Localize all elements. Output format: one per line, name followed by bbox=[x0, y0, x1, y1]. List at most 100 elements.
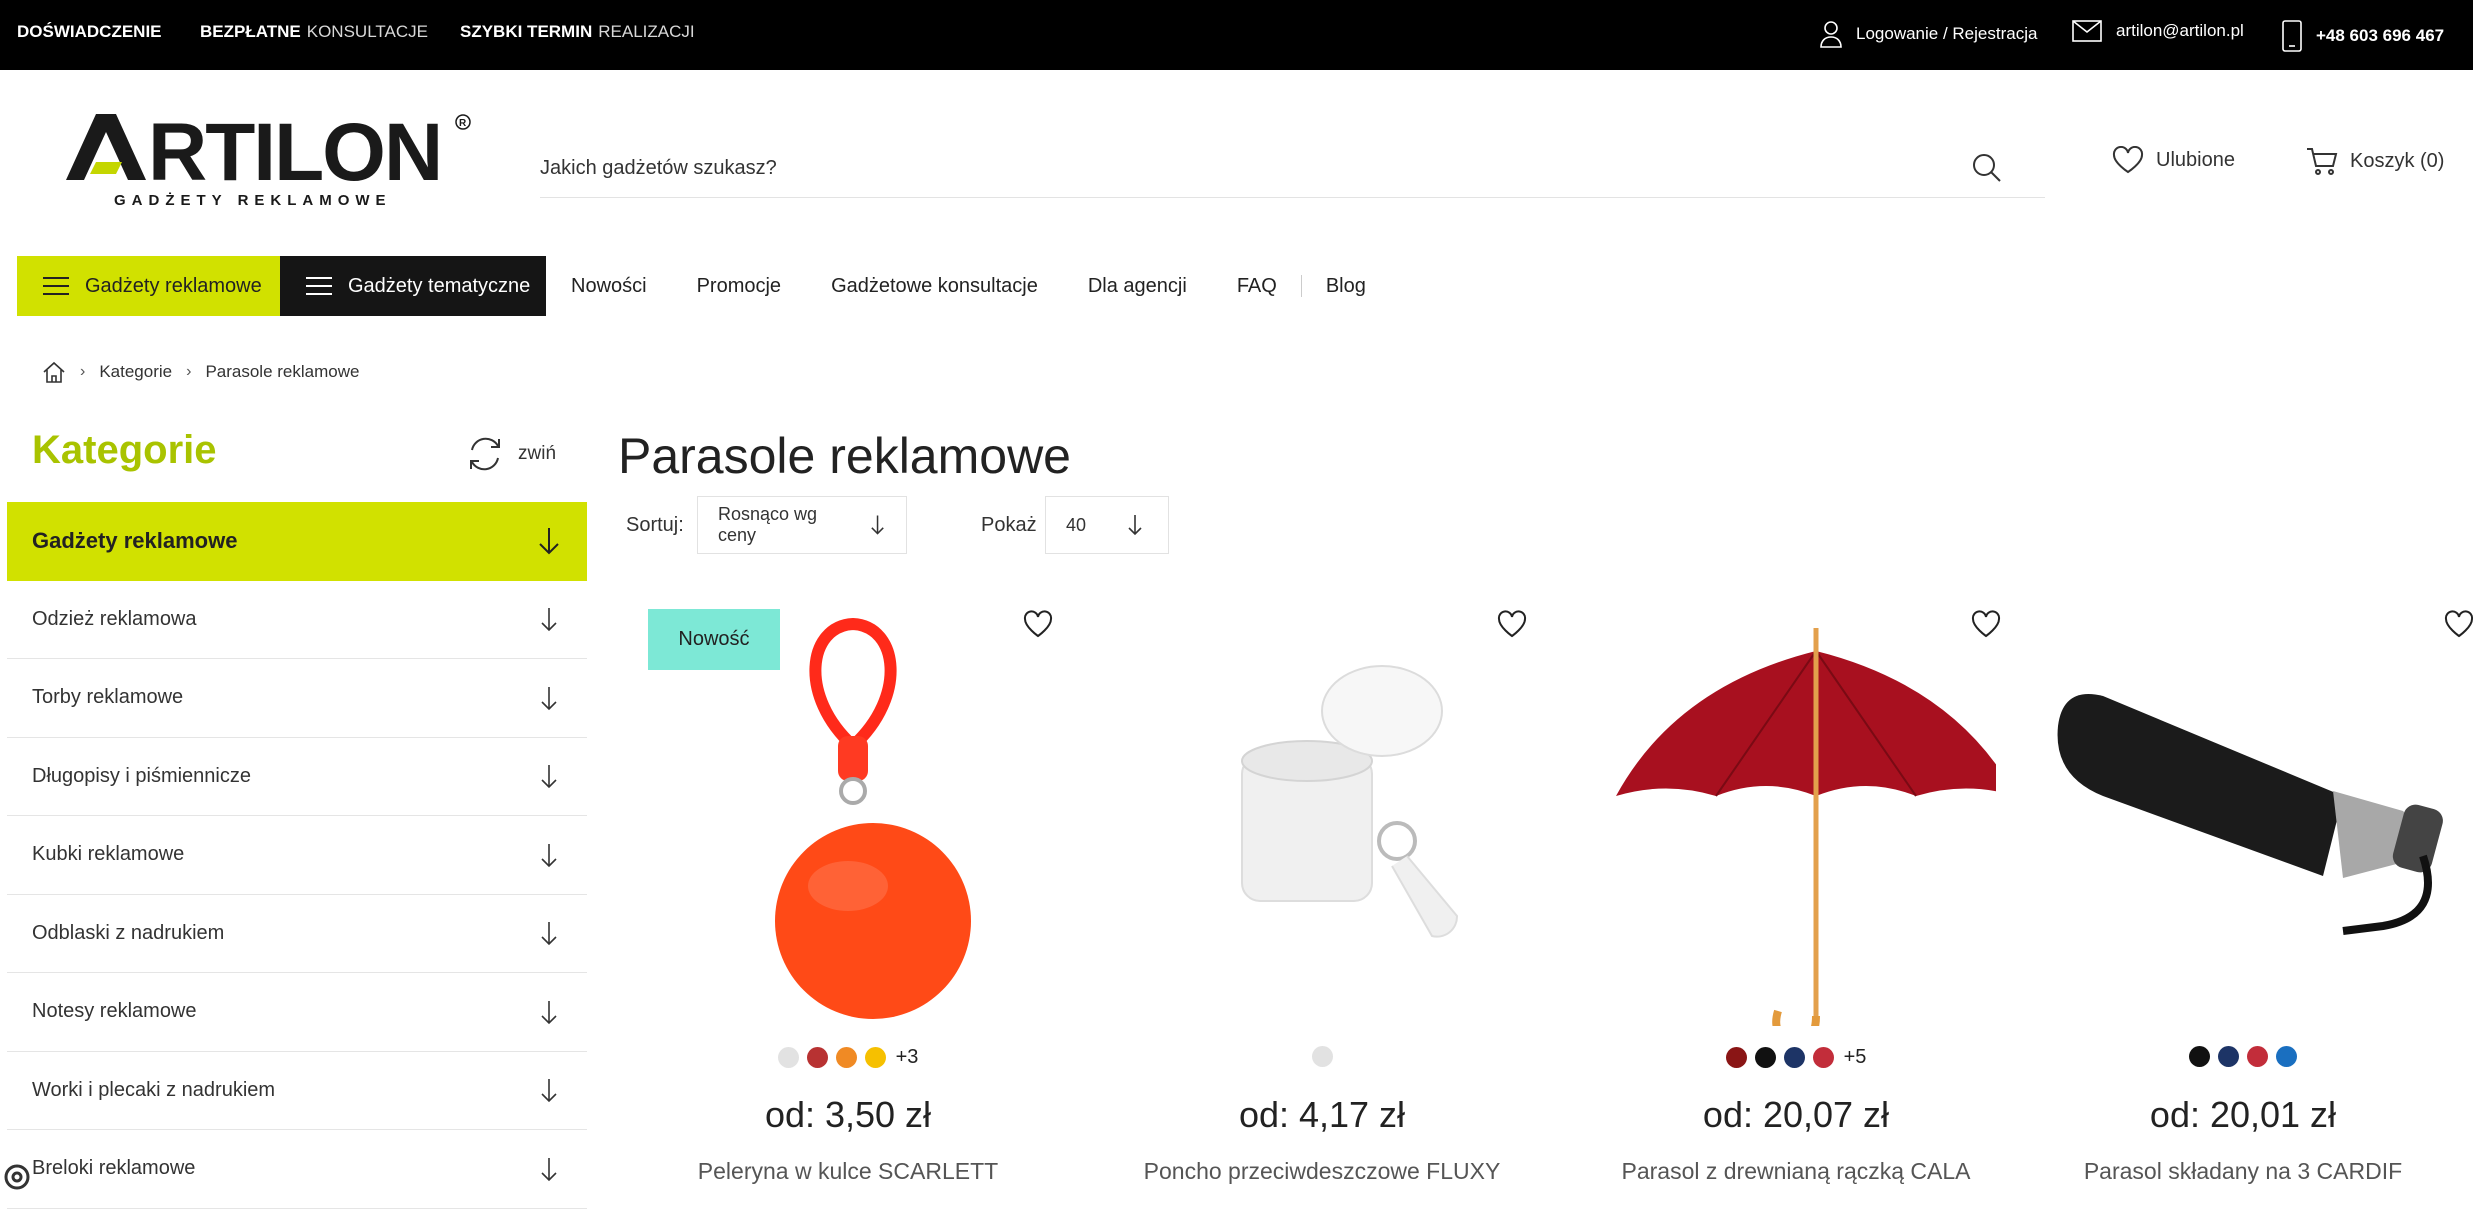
arrow-down-icon bbox=[541, 1000, 557, 1024]
category-item[interactable]: Kubki reklamowe bbox=[7, 816, 587, 895]
sort-label: Sortuj: bbox=[626, 514, 684, 536]
heart-icon bbox=[2112, 146, 2144, 174]
color-swatches: +5 bbox=[1566, 1046, 2026, 1069]
product-card[interactable]: od: 20,01 zł Parasol składany na 3 CARDI… bbox=[2013, 596, 2473, 1191]
color-swatch[interactable] bbox=[2189, 1046, 2210, 1067]
color-swatch[interactable] bbox=[1783, 1047, 1805, 1068]
arrow-down-icon bbox=[541, 686, 557, 710]
phone-link[interactable]: +48 603 696 467 bbox=[2282, 20, 2444, 52]
search-input[interactable] bbox=[540, 150, 1940, 186]
category-item[interactable]: Odblaski z nadrukiem bbox=[7, 895, 587, 973]
sort-select[interactable]: Rosnąco wg ceny bbox=[697, 496, 907, 554]
product-card[interactable]: od: 4,17 zł Poncho przeciwdeszczowe FLUX… bbox=[1092, 596, 1552, 1191]
more-colors: +3 bbox=[895, 1046, 919, 1068]
show-label: Pokaż bbox=[981, 514, 1037, 536]
breadcrumb-kategorie[interactable]: Kategorie bbox=[99, 362, 172, 382]
color-swatch[interactable] bbox=[835, 1047, 857, 1068]
color-swatch[interactable] bbox=[806, 1047, 828, 1068]
cookie-settings-icon[interactable] bbox=[0, 1160, 34, 1194]
menu-gadzety-tematyczne[interactable]: Gadżety tematyczne bbox=[280, 256, 546, 316]
product-price: od: 3,50 zł bbox=[764, 1094, 932, 1135]
promo-consultation: BEZPŁATNE KONSULTACJE bbox=[200, 22, 428, 41]
nav-link-blog[interactable]: Blog bbox=[1326, 275, 1366, 298]
artilon-logo[interactable]: RTILON R GADŻETY REKLAMOWE bbox=[66, 107, 486, 220]
arrow-down-icon bbox=[541, 922, 557, 946]
breadcrumb-separator: › bbox=[186, 363, 192, 380]
color-swatches: +3 bbox=[618, 1046, 1078, 1069]
arrow-down-icon bbox=[1128, 515, 1142, 536]
nav-link-dla-agencji[interactable]: Dla agencji bbox=[1088, 275, 1187, 298]
arrow-down-icon bbox=[541, 843, 557, 867]
favorite-heart-icon[interactable] bbox=[2443, 608, 2473, 640]
color-swatch[interactable] bbox=[2276, 1046, 2297, 1067]
color-swatch[interactable] bbox=[1812, 1047, 1834, 1068]
color-swatch[interactable] bbox=[1311, 1046, 1333, 1067]
home-icon[interactable] bbox=[42, 360, 66, 384]
arrow-down-icon bbox=[541, 1157, 557, 1181]
search-button[interactable] bbox=[1969, 150, 2005, 186]
cart-link[interactable]: Koszyk (0) bbox=[2306, 146, 2444, 176]
category-item[interactable]: Torby reklamowe bbox=[7, 659, 587, 738]
arrow-down-icon bbox=[541, 608, 557, 632]
arrow-down-icon bbox=[539, 528, 559, 555]
category-list: Gadżety reklamowe Odzież reklamowa Torby… bbox=[7, 502, 587, 1209]
favorite-heart-icon[interactable] bbox=[1970, 608, 2002, 640]
favorite-heart-icon[interactable] bbox=[1022, 608, 1054, 640]
sidebar-title: Kategorie bbox=[32, 428, 217, 472]
mail-icon bbox=[2072, 20, 2102, 42]
product-image[interactable] bbox=[648, 616, 1048, 1026]
product-name[interactable]: Parasol z drewnianą rączką CALA bbox=[1566, 1158, 2026, 1185]
svg-text:RTILON: RTILON bbox=[148, 110, 441, 198]
color-swatch[interactable] bbox=[1754, 1047, 1776, 1068]
favorites-link[interactable]: Ulubione bbox=[2112, 146, 2235, 174]
user-icon bbox=[1820, 21, 1842, 48]
phone-icon bbox=[2282, 20, 2302, 52]
color-swatches bbox=[1092, 1046, 1552, 1067]
login-link[interactable]: Logowanie / Rejestracja bbox=[1820, 20, 2037, 48]
category-item[interactable]: Odzież reklamowa bbox=[7, 581, 587, 659]
category-item[interactable]: Gadżety reklamowe bbox=[7, 502, 587, 581]
search-bar bbox=[540, 140, 2045, 198]
promo-experience: DOŚWIADCZENIE bbox=[17, 22, 162, 41]
product-image[interactable] bbox=[1122, 616, 1522, 1026]
nav-link-konsultacje[interactable]: Gadżetowe konsultacje bbox=[831, 275, 1038, 298]
arrow-down-icon bbox=[871, 515, 884, 535]
search-icon bbox=[1973, 154, 2001, 182]
per-page-select[interactable]: 40 bbox=[1045, 496, 1169, 554]
color-swatch[interactable] bbox=[2247, 1046, 2268, 1067]
top-bar: DOŚWIADCZENIE BEZPŁATNE KONSULTACJE SZYBK… bbox=[0, 0, 2473, 70]
product-card[interactable]: +5 od: 20,07 zł Parasol z drewnianą rącz… bbox=[1566, 596, 2026, 1191]
color-swatch[interactable] bbox=[864, 1047, 886, 1068]
arrow-down-icon bbox=[541, 765, 557, 789]
nav-link-promocje[interactable]: Promocje bbox=[697, 275, 781, 298]
color-swatch[interactable] bbox=[2218, 1046, 2239, 1067]
category-item[interactable]: Notesy reklamowe bbox=[7, 973, 587, 1052]
category-item[interactable]: Długopisy i piśmiennicze bbox=[7, 738, 587, 816]
color-swatch[interactable] bbox=[1725, 1047, 1747, 1068]
favorite-heart-icon[interactable] bbox=[1496, 608, 1528, 640]
product-price: od: 4,17 zł bbox=[1238, 1094, 1406, 1135]
product-card[interactable]: Nowość +3 od: 3,50 zł Peleryna w kulce S… bbox=[618, 596, 1078, 1191]
arrow-down-icon bbox=[541, 1079, 557, 1103]
nav-link-nowosci[interactable]: Nowości bbox=[571, 275, 647, 298]
hamburger-icon bbox=[43, 277, 69, 295]
product-name[interactable]: Parasol składany na 3 CARDIF bbox=[2013, 1158, 2473, 1185]
email-link[interactable]: artilon@artilon.pl bbox=[2072, 20, 2244, 42]
category-item[interactable]: Breloki reklamowe bbox=[7, 1130, 587, 1209]
product-name[interactable]: Poncho przeciwdeszczowe FLUXY bbox=[1092, 1158, 1552, 1185]
product-name[interactable]: Peleryna w kulce SCARLETT bbox=[618, 1158, 1078, 1185]
collapse-button[interactable]: zwiń bbox=[466, 434, 556, 474]
menu-gadzety-reklamowe[interactable]: Gadżety reklamowe bbox=[17, 256, 280, 316]
breadcrumb-current: Parasole reklamowe bbox=[205, 362, 360, 381]
cart-icon bbox=[2307, 148, 2338, 175]
nav-link-faq[interactable]: FAQ bbox=[1237, 275, 1277, 298]
product-image[interactable] bbox=[2043, 616, 2443, 1026]
page-title: Parasole reklamowe bbox=[618, 428, 1071, 484]
product-image[interactable] bbox=[1596, 616, 2016, 1046]
color-swatch[interactable] bbox=[777, 1047, 799, 1068]
category-item[interactable]: Worki i plecaki z nadrukiem bbox=[7, 1052, 587, 1130]
refresh-icon bbox=[470, 437, 500, 471]
hamburger-icon bbox=[306, 277, 332, 295]
breadcrumb: › Kategorie › Parasole reklamowe bbox=[42, 360, 359, 384]
color-swatches bbox=[2013, 1046, 2473, 1067]
